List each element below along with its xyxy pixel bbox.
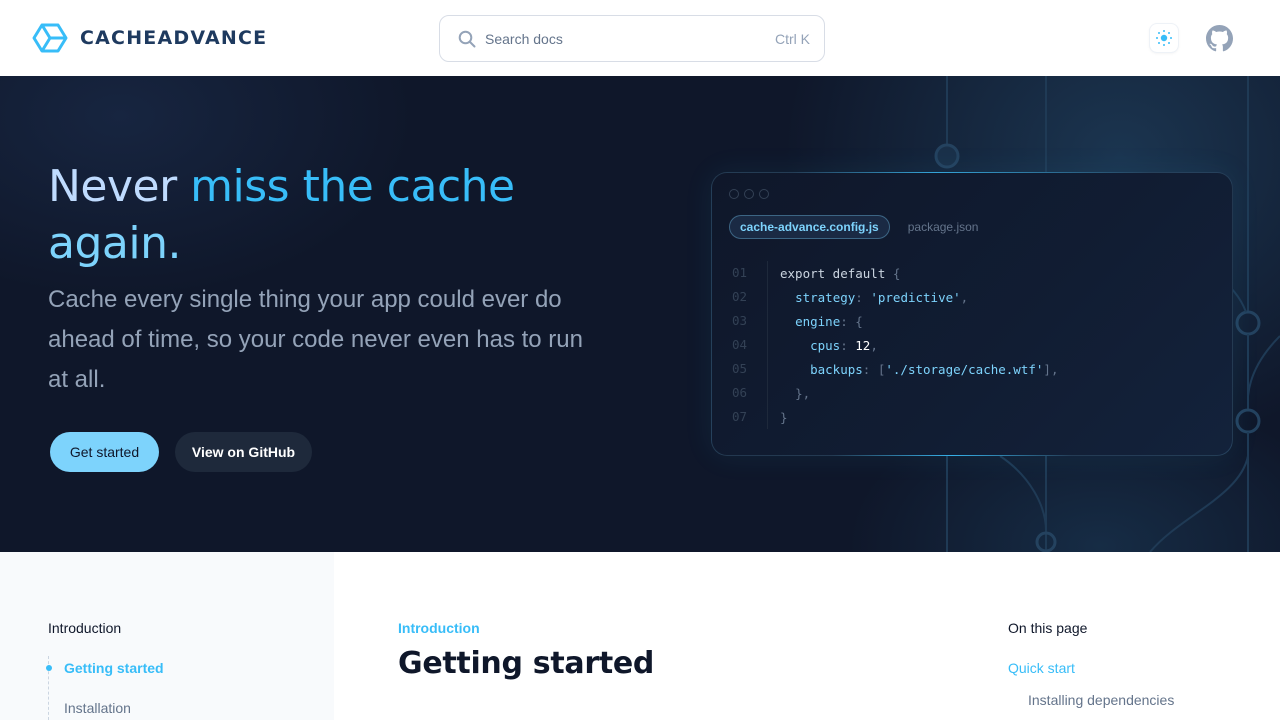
search-placeholder: Search docs [485, 30, 563, 47]
code-token: }, [795, 385, 811, 401]
code-token: : [855, 289, 871, 305]
sidebar-item-installation[interactable]: Installation [64, 700, 131, 716]
code-line: 07 } [712, 405, 1232, 429]
code-token: 'predictive' [870, 289, 961, 305]
brand-name: CACHEADVANCE [80, 27, 268, 49]
search-shortcut: Ctrl K [775, 30, 810, 47]
tab-config-file[interactable]: cache-advance.config.js [729, 215, 890, 239]
code-line: 06 }, [712, 381, 1232, 405]
code-token: ], [1043, 361, 1059, 377]
hero-section: Never miss the cache again. Cache every s… [0, 76, 1280, 552]
line-number: 07 [712, 405, 768, 429]
brand-logo[interactable]: CACHEADVANCE [32, 22, 267, 54]
toc-item-installing-dependencies[interactable]: Installing dependencies [1028, 692, 1174, 708]
line-number: 01 [712, 261, 768, 285]
sidebar-section-title: Introduction [48, 620, 122, 636]
code-token: : [840, 337, 856, 353]
code-token: , [960, 289, 969, 305]
line-number: 06 [712, 381, 768, 405]
hero-title-part2: miss the cache [190, 161, 515, 212]
window-dot-icon [744, 189, 754, 199]
top-header: CACHEADVANCE Search docs Ctrl K [0, 0, 1280, 76]
code-token: { [892, 265, 901, 281]
code-block: 01 export default { 02 strategy: 'predic… [712, 261, 1232, 429]
theme-toggle-button[interactable] [1150, 24, 1178, 52]
get-started-button[interactable]: Get started [50, 432, 159, 472]
code-token: { [855, 313, 863, 329]
toc-title: On this page [1008, 620, 1088, 636]
code-token: engine [795, 313, 841, 329]
active-indicator-icon [46, 665, 52, 671]
code-token: , [870, 337, 878, 353]
line-number: 03 [712, 309, 768, 333]
hero-title: Never miss the cache again. [48, 158, 668, 272]
code-token: './storage/cache.wtf' [885, 361, 1044, 377]
line-number: 05 [712, 357, 768, 381]
hero-subtitle: Cache every single thing your app could … [48, 286, 583, 393]
code-token: : [840, 313, 856, 329]
search-input[interactable]: Search docs Ctrl K [439, 15, 825, 62]
code-token: cpus [810, 337, 841, 353]
page-title: Getting started [398, 646, 655, 681]
line-number: 04 [712, 333, 768, 357]
code-line: 05 backups: ['./storage/cache.wtf'], [712, 357, 1232, 381]
code-tabs: cache-advance.config.js package.json [729, 215, 988, 239]
code-line: 01 export default { [712, 261, 1232, 285]
code-line: 03 engine: { [712, 309, 1232, 333]
hero-title-part1: Never [48, 161, 191, 212]
code-token: strategy [795, 289, 856, 305]
window-dots [729, 189, 769, 199]
github-icon [1206, 25, 1233, 52]
toc-item-quick-start[interactable]: Quick start [1008, 660, 1075, 676]
github-link[interactable] [1206, 25, 1233, 52]
sidebar-item-getting-started[interactable]: Getting started [64, 660, 164, 676]
code-token: export default [780, 265, 893, 281]
docs-sidebar: Introduction Getting started Installatio… [0, 552, 334, 720]
tab-package-json[interactable]: package.json [898, 215, 989, 239]
code-line: 02 strategy: 'predictive', [712, 285, 1232, 309]
hexagon-cube-icon [32, 23, 68, 53]
line-number: 02 [712, 285, 768, 309]
main-content: Introduction Getting started On this pag… [334, 552, 1280, 720]
code-token: 12 [855, 337, 871, 353]
code-panel: cache-advance.config.js package.json 01 … [711, 172, 1233, 456]
view-on-github-button[interactable]: View on GitHub [175, 432, 312, 472]
window-dot-icon [729, 189, 739, 199]
breadcrumb-section: Introduction [398, 620, 480, 636]
code-token: backups [810, 361, 863, 377]
code-token: } [780, 409, 788, 425]
hero-title-part3: again. [48, 218, 181, 269]
code-token: : [ [862, 361, 886, 377]
window-dot-icon [759, 189, 769, 199]
sun-icon [1156, 30, 1172, 46]
search-icon [458, 30, 476, 47]
code-line: 04 cpus: 12, [712, 333, 1232, 357]
